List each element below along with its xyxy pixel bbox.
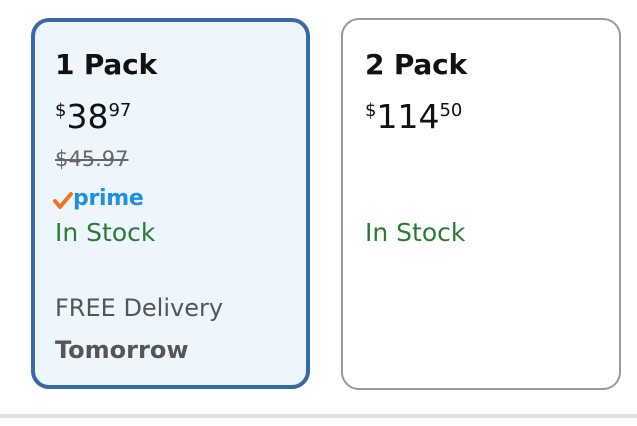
stock-status: In Stock bbox=[365, 218, 466, 247]
prime-label: prime bbox=[73, 186, 144, 211]
price-fraction: 97 bbox=[108, 100, 132, 121]
price-currency: $ bbox=[55, 100, 67, 121]
option-price: $11450 bbox=[365, 100, 462, 133]
section-divider bbox=[0, 414, 637, 418]
option-card-2-pack[interactable]: 2 Pack $11450 In Stock bbox=[341, 18, 621, 390]
price-fraction: 50 bbox=[439, 100, 463, 121]
pack-size-selector: 1 Pack $3897 $45.97 prime In Stock FREE … bbox=[0, 0, 637, 426]
prime-check-icon bbox=[53, 192, 73, 209]
price-whole: 114 bbox=[376, 97, 440, 136]
delivery-date: Tomorrow bbox=[55, 336, 189, 364]
stock-status: In Stock bbox=[55, 218, 156, 247]
prime-badge: prime bbox=[53, 186, 144, 211]
option-price: $3897 bbox=[55, 100, 131, 133]
option-card-1-pack[interactable]: 1 Pack $3897 $45.97 prime In Stock FREE … bbox=[31, 18, 310, 389]
price-currency: $ bbox=[365, 100, 377, 121]
delivery-label: FREE Delivery bbox=[55, 294, 224, 322]
price-whole: 38 bbox=[66, 97, 109, 136]
list-price: $45.97 bbox=[55, 147, 129, 171]
option-title: 2 Pack bbox=[365, 48, 467, 81]
option-title: 1 Pack bbox=[55, 48, 157, 81]
